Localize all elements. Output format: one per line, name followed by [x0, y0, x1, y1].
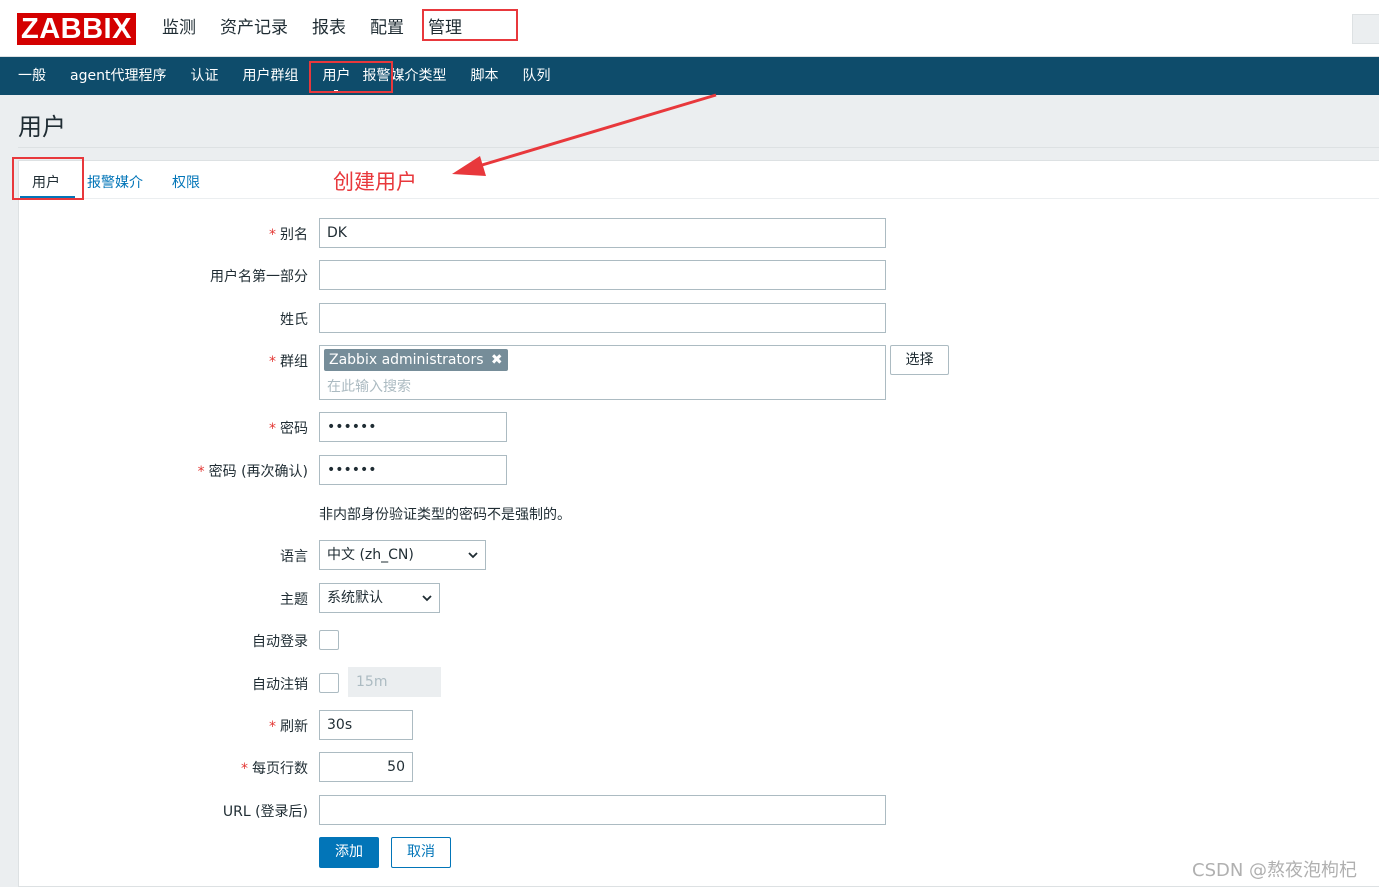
- subnav-general[interactable]: 一般: [0, 57, 58, 95]
- annotation-label: 创建用户: [333, 170, 417, 194]
- theme-select[interactable]: 系统默认: [319, 583, 440, 613]
- tab-media[interactable]: 报警媒介: [87, 172, 143, 192]
- zabbix-logo[interactable]: ZABBIX: [17, 13, 136, 45]
- annotation-box-admin: [422, 9, 518, 41]
- chevron-down-icon: [468, 552, 478, 559]
- add-button[interactable]: 添加: [319, 837, 379, 868]
- select-groups-button[interactable]: 选择: [890, 345, 949, 375]
- alias-input[interactable]: DK: [319, 218, 886, 248]
- search-box[interactable]: [1352, 14, 1379, 44]
- rows-per-page-label: * 每页行数: [241, 761, 308, 777]
- surname-input[interactable]: [319, 303, 886, 333]
- nav-configuration[interactable]: 配置: [358, 0, 416, 57]
- url-label: URL (登录后): [222, 804, 308, 820]
- user-form-panel: 用户 报警媒介 权限 * 别名 DK 用户名第一部分 姓氏 * 群组 Zabbix …: [18, 160, 1379, 887]
- autologin-checkbox[interactable]: [319, 630, 339, 650]
- refresh-input[interactable]: 30s: [319, 710, 413, 740]
- password-hint: 非内部身份验证类型的密码不是强制的。: [319, 507, 571, 523]
- refresh-label: * 刷新: [269, 719, 308, 735]
- autologin-label: 自动登录: [252, 634, 308, 650]
- groups-label: * 群组: [269, 354, 308, 370]
- alias-label: * 别名: [269, 227, 308, 243]
- form-tabs: 用户 报警媒介 权限: [19, 161, 1379, 199]
- subnav-queue[interactable]: 队列: [510, 57, 562, 95]
- group-chip: Zabbix administrators ✖: [324, 349, 508, 371]
- subnav-authentication[interactable]: 认证: [178, 57, 230, 95]
- language-value: 中文 (zh_CN): [327, 547, 414, 563]
- header-divider: [18, 147, 1379, 148]
- tab-permissions[interactable]: 权限: [172, 172, 200, 192]
- name-input[interactable]: [319, 260, 886, 290]
- surname-label: 姓氏: [280, 312, 308, 328]
- top-bar: ZABBIX 监测 资产记录 报表 配置 管理: [0, 0, 1379, 57]
- chevron-down-icon: [422, 595, 432, 602]
- autologout-input[interactable]: 15m: [348, 667, 441, 697]
- page-title: 用户: [18, 113, 66, 141]
- watermark: CSDN @熬夜泡枸杞: [1192, 860, 1358, 881]
- theme-value: 系统默认: [327, 590, 383, 606]
- url-input[interactable]: [319, 795, 886, 825]
- nav-inventory[interactable]: 资产记录: [208, 0, 300, 57]
- theme-label: 主题: [280, 592, 308, 608]
- subnav-proxies[interactable]: agent代理程序: [58, 57, 178, 95]
- autologout-label: 自动注销: [252, 677, 308, 693]
- subnav-user-groups[interactable]: 用户群组: [230, 57, 310, 95]
- annotation-box-user-tab: [12, 157, 84, 200]
- password-input[interactable]: ••••••: [319, 412, 507, 442]
- groups-search-placeholder[interactable]: 在此输入搜索: [327, 376, 411, 396]
- autologout-checkbox[interactable]: [319, 673, 339, 693]
- password-confirm-input[interactable]: ••••••: [319, 455, 507, 485]
- zabbix-user-create-page: ZABBIX 监测 资产记录 报表 配置 管理 一般 agent代理程序 认证 …: [0, 0, 1379, 887]
- language-select[interactable]: 中文 (zh_CN): [319, 540, 486, 570]
- groups-multiselect[interactable]: Zabbix administrators ✖ 在此输入搜索: [319, 345, 886, 400]
- subnav-scripts[interactable]: 脚本: [458, 57, 510, 95]
- cancel-button[interactable]: 取消: [391, 837, 451, 868]
- nav-reports[interactable]: 报表: [300, 0, 358, 57]
- annotation-box-users: [309, 61, 393, 93]
- remove-chip-icon[interactable]: ✖: [491, 349, 503, 371]
- rows-per-page-input[interactable]: 50: [319, 752, 413, 782]
- password-confirm-label: * 密码 (再次确认): [197, 464, 308, 480]
- group-chip-label: Zabbix administrators: [329, 352, 484, 368]
- sub-nav: 一般 agent代理程序 认证 用户群组 用户 报警媒介类型 脚本 队列: [0, 57, 1379, 95]
- language-label: 语言: [280, 549, 308, 565]
- password-label: * 密码: [269, 421, 308, 437]
- nav-monitoring[interactable]: 监测: [150, 0, 208, 57]
- name-label: 用户名第一部分: [210, 269, 308, 285]
